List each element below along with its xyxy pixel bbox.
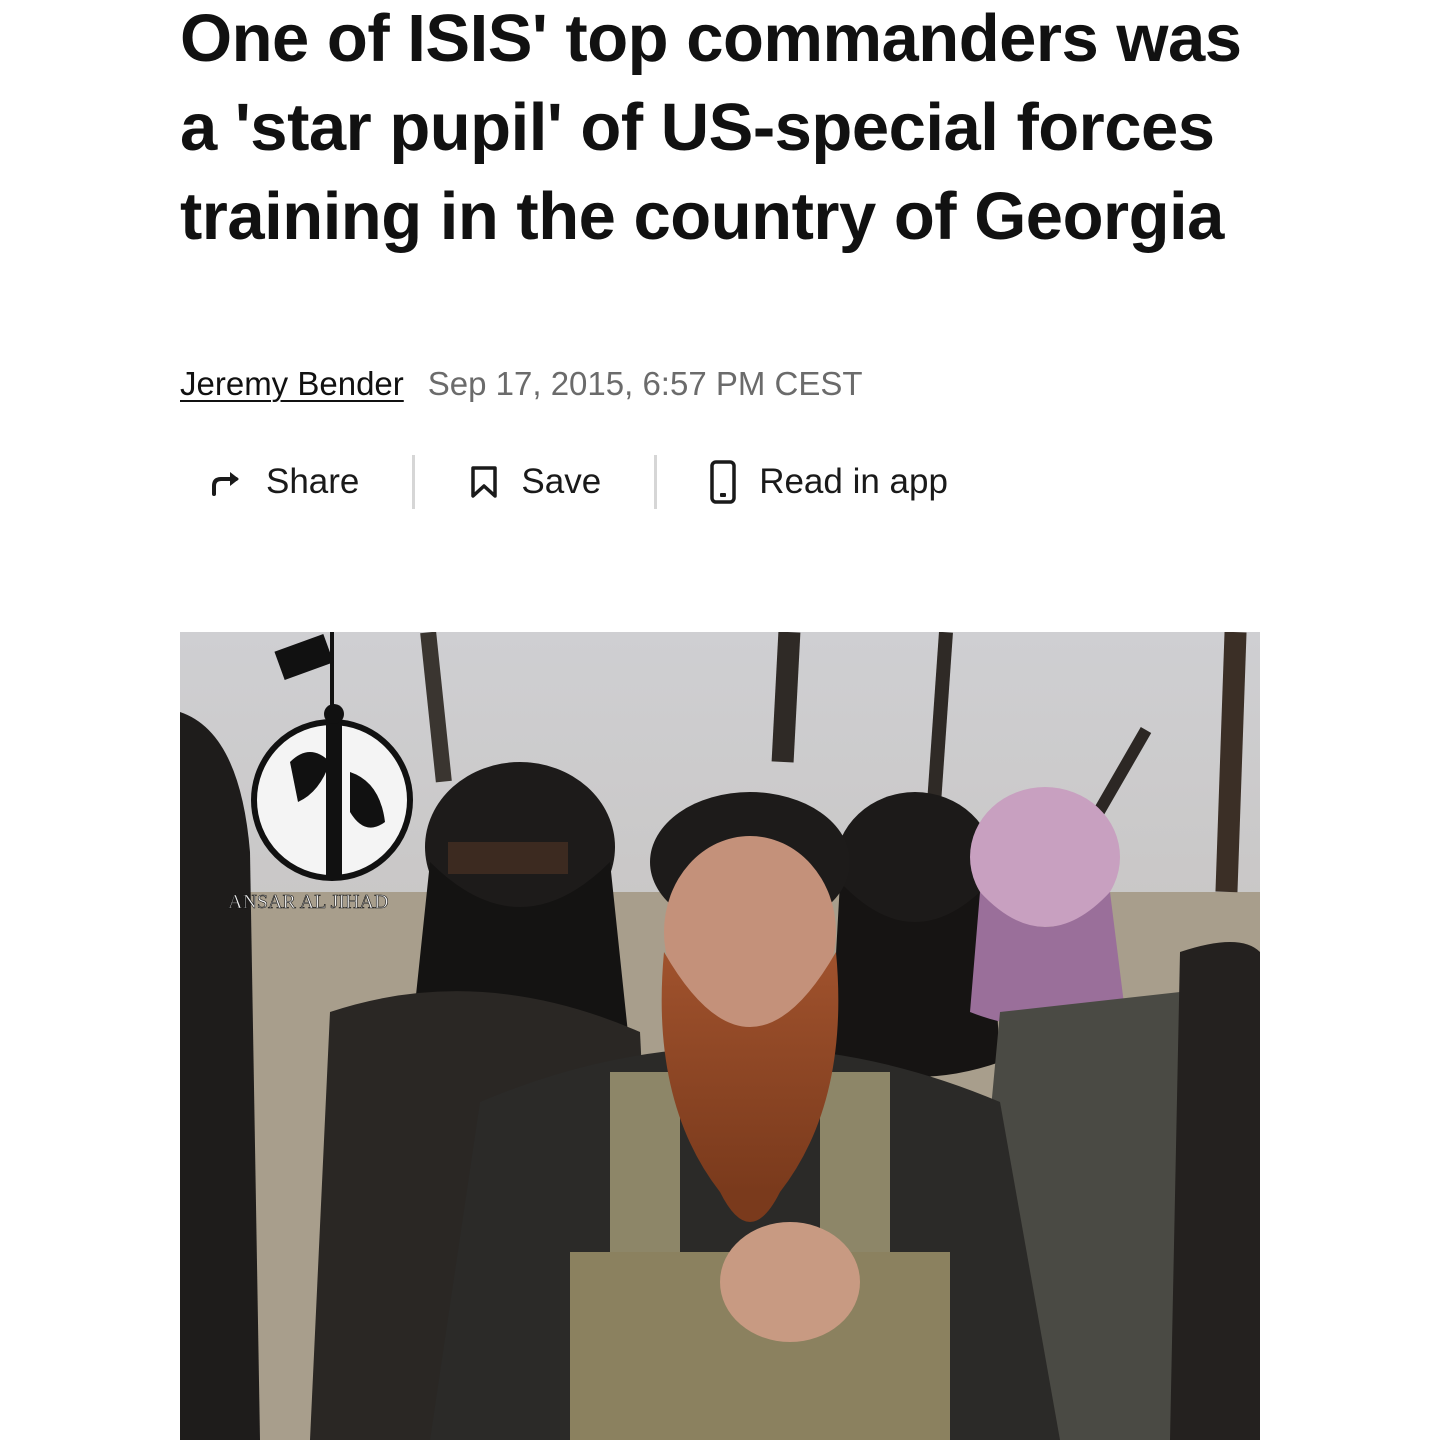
phone-icon bbox=[709, 460, 737, 504]
read-in-app-button[interactable]: Read in app bbox=[709, 452, 948, 512]
share-button[interactable]: Share bbox=[210, 452, 359, 512]
action-divider bbox=[412, 455, 416, 509]
publish-date: Sep 17, 2015, 6:57 PM CEST bbox=[427, 365, 863, 402]
author-link[interactable]: Jeremy Bender bbox=[180, 364, 404, 404]
share-label: Share bbox=[266, 462, 360, 501]
share-arrow-icon bbox=[210, 468, 244, 496]
byline: Jeremy Bender Sep 17, 2015, 6:57 PM CEST bbox=[180, 364, 863, 404]
action-divider bbox=[654, 455, 658, 509]
read-in-app-label: Read in app bbox=[759, 462, 948, 501]
save-label: Save bbox=[521, 462, 602, 501]
hero-photo: ANSAR AL JIHAD bbox=[180, 632, 1260, 1440]
article-headline: One of ISIS' top commanders was a 'star … bbox=[180, 1, 1242, 254]
bookmark-icon bbox=[469, 465, 499, 499]
watermark-text: ANSAR AL JIHAD bbox=[228, 891, 388, 913]
save-button[interactable]: Save bbox=[469, 452, 601, 512]
hero-image: ANSAR AL JIHAD bbox=[180, 632, 1260, 1440]
article-action-bar: Share Save Read in app bbox=[180, 452, 1040, 512]
